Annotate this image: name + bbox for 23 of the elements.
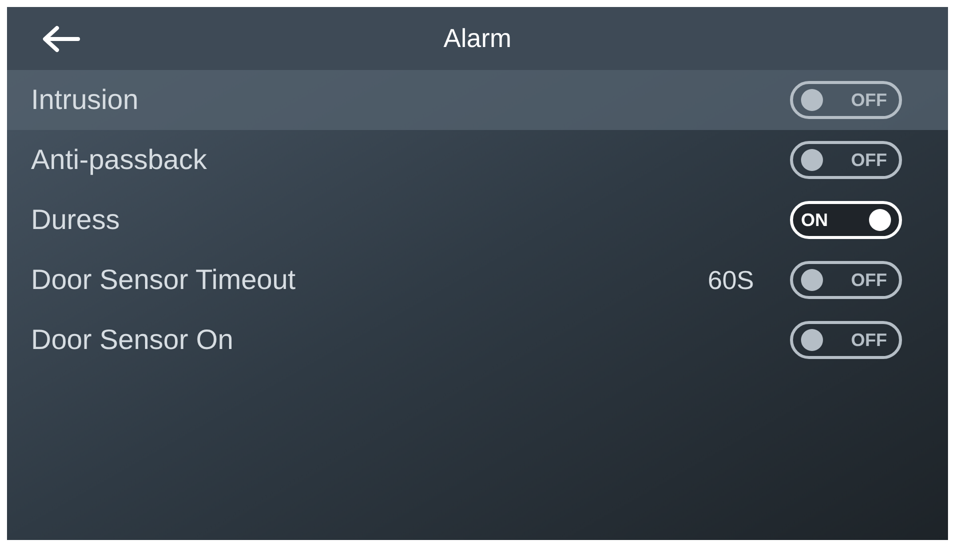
- toggle-switch[interactable]: OFF: [790, 321, 902, 359]
- toggle-knob: [801, 89, 823, 111]
- setting-label: Door Sensor Timeout: [31, 263, 297, 297]
- toggle-switch[interactable]: ON: [790, 201, 902, 239]
- setting-row[interactable]: Intrusion OFF: [7, 70, 948, 130]
- setting-label: Anti-passback: [31, 143, 208, 177]
- toggle-knob: [869, 209, 891, 231]
- setting-label: Door Sensor On: [31, 323, 234, 357]
- back-icon[interactable]: [40, 25, 82, 53]
- toggle-switch[interactable]: OFF: [790, 261, 902, 299]
- setting-row[interactable]: Duress ON: [7, 190, 948, 250]
- setting-label: Intrusion: [31, 83, 140, 117]
- toggle-knob: [801, 269, 823, 291]
- toggle-switch[interactable]: OFF: [790, 141, 902, 179]
- toggle-switch[interactable]: OFF: [790, 81, 902, 119]
- setting-row[interactable]: Anti-passback OFF: [7, 130, 948, 190]
- setting-value: 60S: [708, 264, 754, 296]
- toggle-knob: [801, 149, 823, 171]
- setting-row[interactable]: Door Sensor On OFF: [7, 310, 948, 370]
- setting-label: Duress: [31, 203, 121, 237]
- toggle-knob: [801, 329, 823, 351]
- setting-row[interactable]: Door Sensor Timeout 60S OFF: [7, 250, 948, 310]
- screen-title: Alarm: [444, 22, 512, 55]
